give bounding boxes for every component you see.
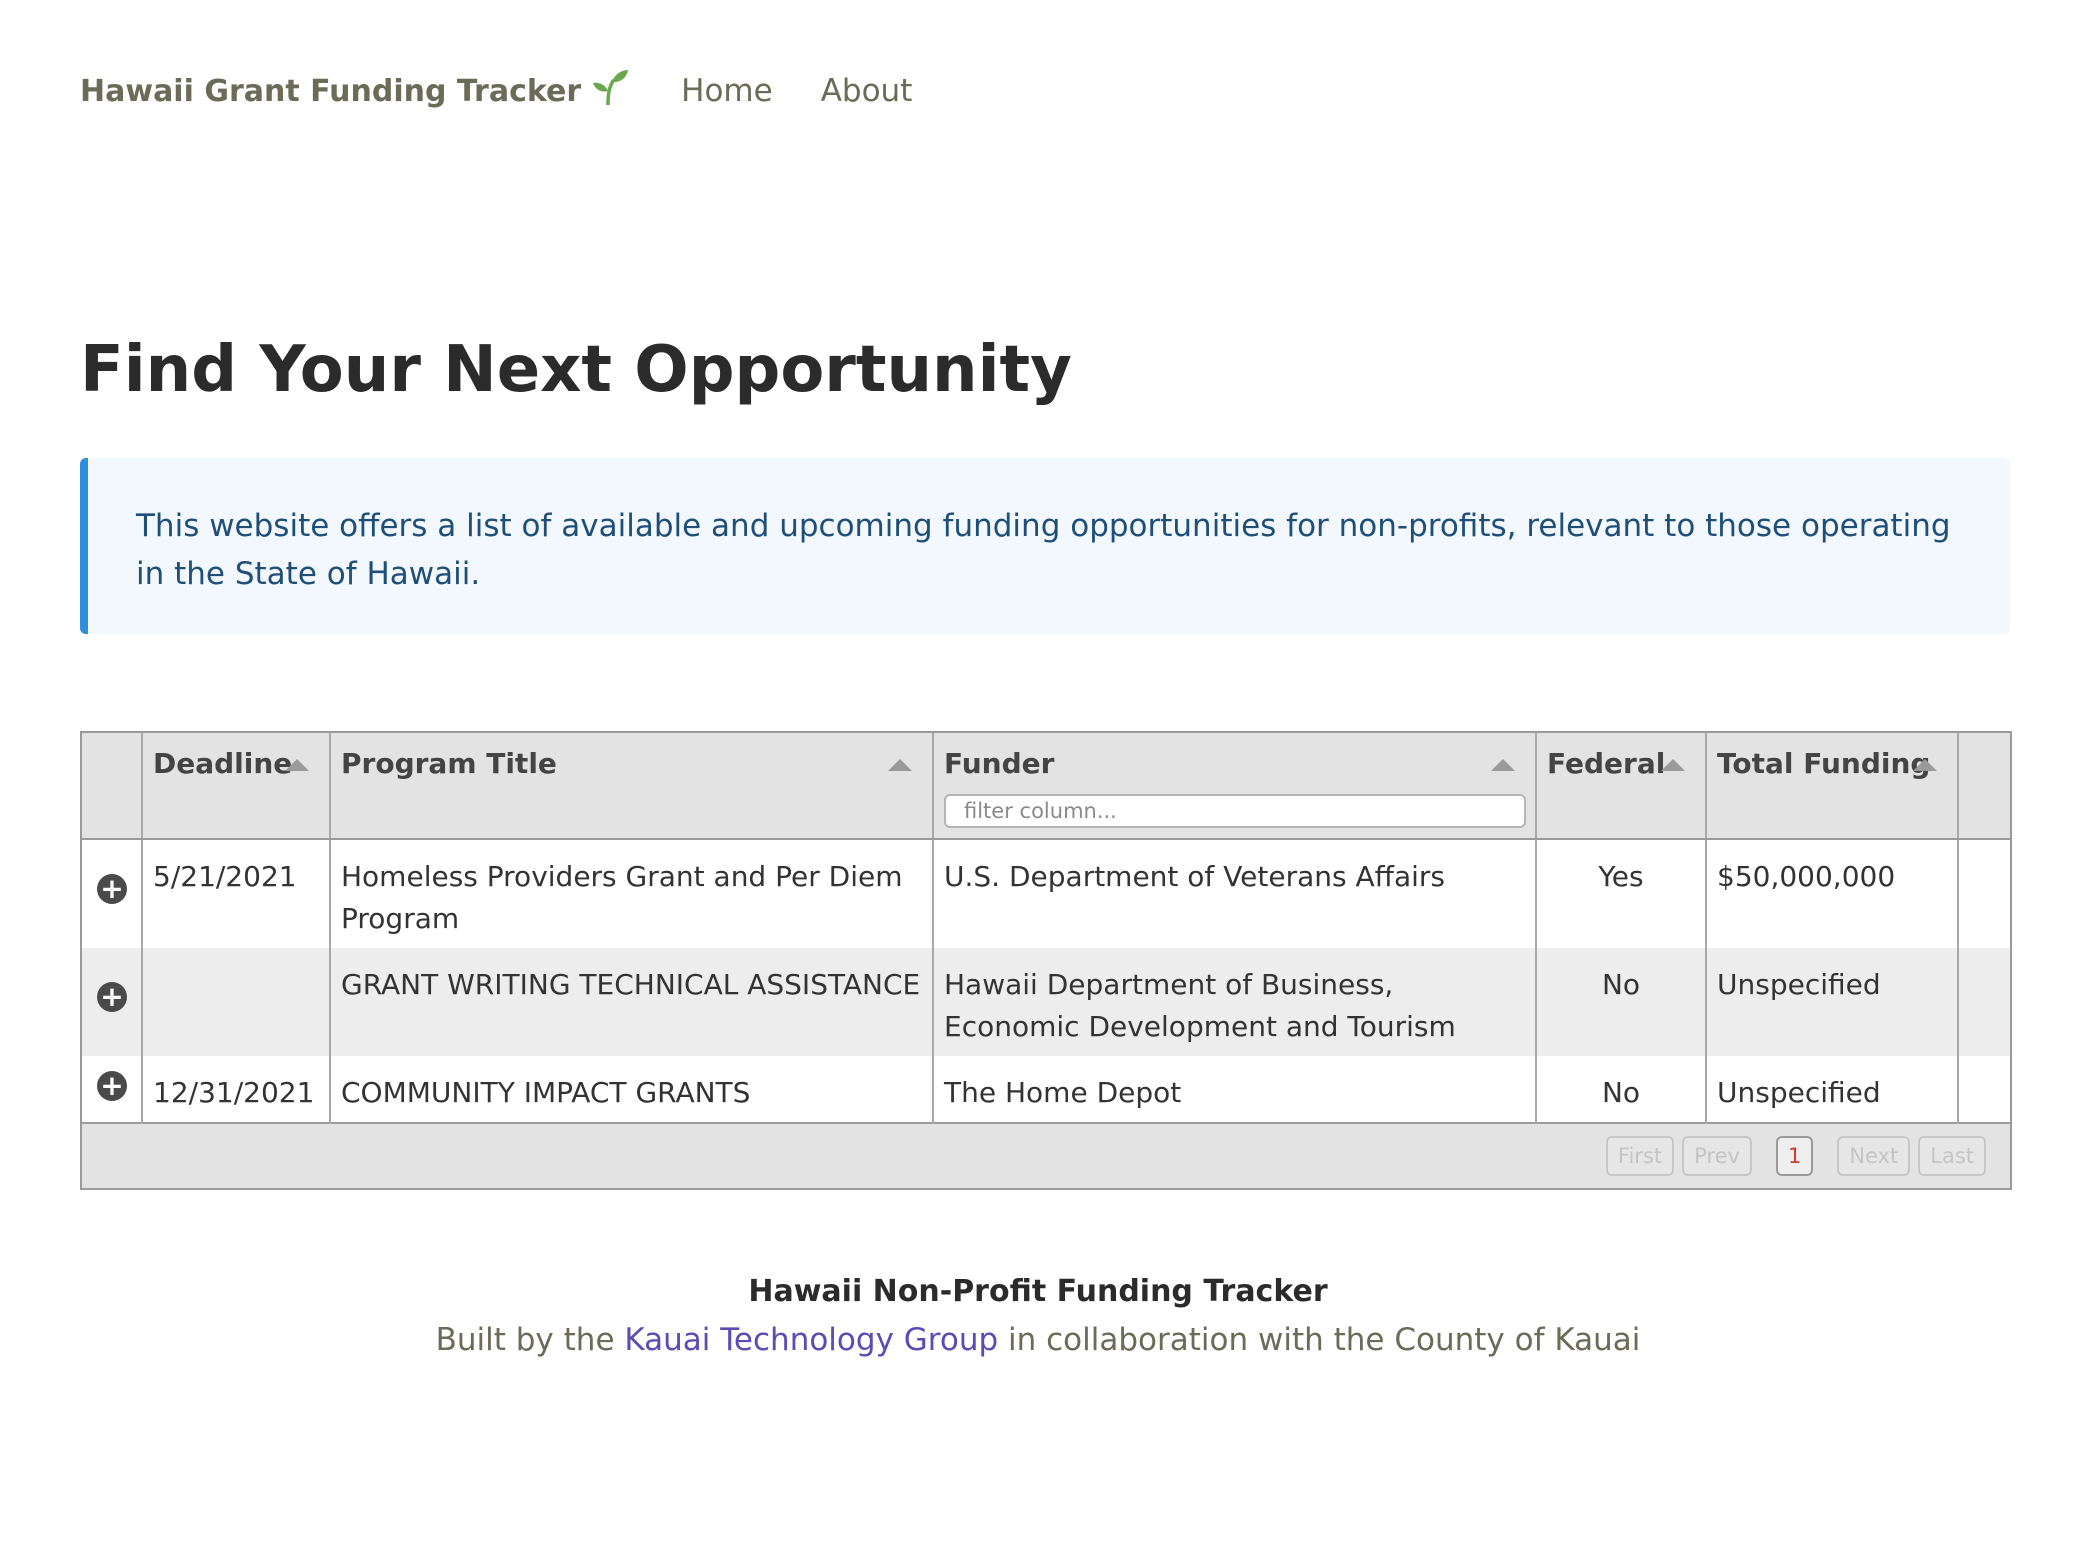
funder-cell: U.S. Department of Veterans Affairs — [933, 839, 1537, 948]
pager-next-button[interactable]: Next — [1837, 1136, 1911, 1176]
nav-home-link[interactable]: Home — [681, 73, 773, 109]
total-funding-cell: Unspecified — [1706, 1056, 1959, 1123]
pager-prev-button[interactable]: Prev — [1682, 1136, 1752, 1176]
pager: First Prev 1 Next Last — [82, 1124, 2010, 1188]
column-header-label: Funder — [944, 747, 1055, 780]
sort-arrow-icon — [1913, 759, 1937, 771]
footer-credit: Built by the Kauai Technology Group in c… — [0, 1316, 2076, 1364]
column-header-deadline[interactable]: Deadline — [142, 733, 331, 840]
funder-cell: Hawaii Department of Business, Economic … — [933, 948, 1537, 1056]
table-header-row: Deadline Program Title Funder Federal — [82, 733, 2010, 840]
seedling-icon — [591, 69, 629, 113]
table-row: + 12/31/2021 COMMUNITY IMPACT GRANTS The… — [82, 1056, 2010, 1123]
expand-row-icon[interactable]: + — [97, 982, 127, 1012]
pager-page-button[interactable]: 1 — [1775, 1136, 1814, 1176]
nav-about-link[interactable]: About — [821, 73, 913, 109]
pager-last-button[interactable]: Last — [1918, 1136, 1986, 1176]
row-control-cell: + — [82, 839, 143, 948]
federal-cell: No — [1536, 948, 1707, 1056]
column-header-label: Federal — [1547, 747, 1666, 780]
pager-cell: First Prev 1 Next Last — [82, 1122, 2010, 1188]
header-spacer-cell — [1958, 733, 2010, 840]
callout-text: This website offers a list of available … — [136, 508, 1951, 592]
sort-arrow-icon — [285, 759, 309, 771]
column-header-label: Program Title — [341, 747, 557, 780]
column-header-federal[interactable]: Federal — [1536, 733, 1707, 840]
site-footer: Hawaii Non-Profit Funding Tracker Built … — [0, 1268, 2076, 1364]
total-funding-cell: Unspecified — [1706, 948, 1959, 1056]
grants-table: Deadline Program Title Funder Federal — [82, 733, 2010, 1188]
funder-cell: The Home Depot — [933, 1056, 1537, 1123]
brand-link[interactable]: Hawaii Grant Funding Tracker — [80, 69, 629, 113]
row-control-cell: + — [82, 1056, 143, 1123]
footer-suffix: in collaboration with the County of Kaua… — [1008, 1322, 1641, 1358]
footer-prefix: Built by the — [435, 1322, 615, 1358]
column-header-funder[interactable]: Funder — [933, 733, 1537, 840]
table-row: + 5/21/2021 Homeless Providers Grant and… — [82, 839, 2010, 948]
footer-title: Hawaii Non-Profit Funding Tracker — [748, 1274, 1328, 1309]
row-spacer-cell — [1958, 1056, 2010, 1123]
info-callout: This website offers a list of available … — [80, 458, 2010, 634]
funder-filter-input[interactable] — [944, 794, 1526, 828]
program-title-cell: GRANT WRITING TECHNICAL ASSISTANCE — [330, 948, 934, 1056]
federal-cell: Yes — [1536, 839, 1707, 948]
header-control-cell — [82, 733, 143, 840]
expand-row-icon[interactable]: + — [97, 1071, 127, 1101]
column-header-program-title[interactable]: Program Title — [330, 733, 934, 840]
column-header-label: Total Funding — [1717, 747, 1931, 780]
deadline-cell — [142, 948, 331, 1056]
sort-arrow-icon — [1491, 759, 1515, 771]
sort-arrow-icon — [888, 759, 912, 771]
pager-first-button[interactable]: First — [1605, 1136, 1675, 1176]
page-title: Find Your Next Opportunity — [80, 333, 1072, 407]
top-nav: Hawaii Grant Funding Tracker Home About — [80, 66, 912, 116]
column-header-total-funding[interactable]: Total Funding — [1706, 733, 1959, 840]
total-funding-cell: $50,000,000 — [1706, 839, 1959, 948]
expand-row-icon[interactable]: + — [97, 874, 127, 904]
program-title-cell: Homeless Providers Grant and Per Diem Pr… — [330, 839, 934, 948]
brand-title: Hawaii Grant Funding Tracker — [80, 73, 582, 109]
grants-table-container: Deadline Program Title Funder Federal — [80, 731, 2012, 1190]
table-row: + GRANT WRITING TECHNICAL ASSISTANCE Haw… — [82, 948, 2010, 1056]
page: Hawaii Grant Funding Tracker Home About … — [0, 0, 2076, 1548]
federal-cell: No — [1536, 1056, 1707, 1123]
deadline-cell: 5/21/2021 — [142, 839, 331, 948]
sort-arrow-icon — [1661, 759, 1685, 771]
row-spacer-cell — [1958, 948, 2010, 1056]
row-spacer-cell — [1958, 839, 2010, 948]
pager-row: First Prev 1 Next Last — [82, 1122, 2010, 1188]
kauai-technology-group-link[interactable]: Kauai Technology Group — [624, 1322, 998, 1358]
column-header-label: Deadline — [153, 747, 293, 780]
deadline-cell: 12/31/2021 — [142, 1056, 331, 1123]
row-control-cell: + — [82, 948, 143, 1056]
program-title-cell: COMMUNITY IMPACT GRANTS — [330, 1056, 934, 1123]
